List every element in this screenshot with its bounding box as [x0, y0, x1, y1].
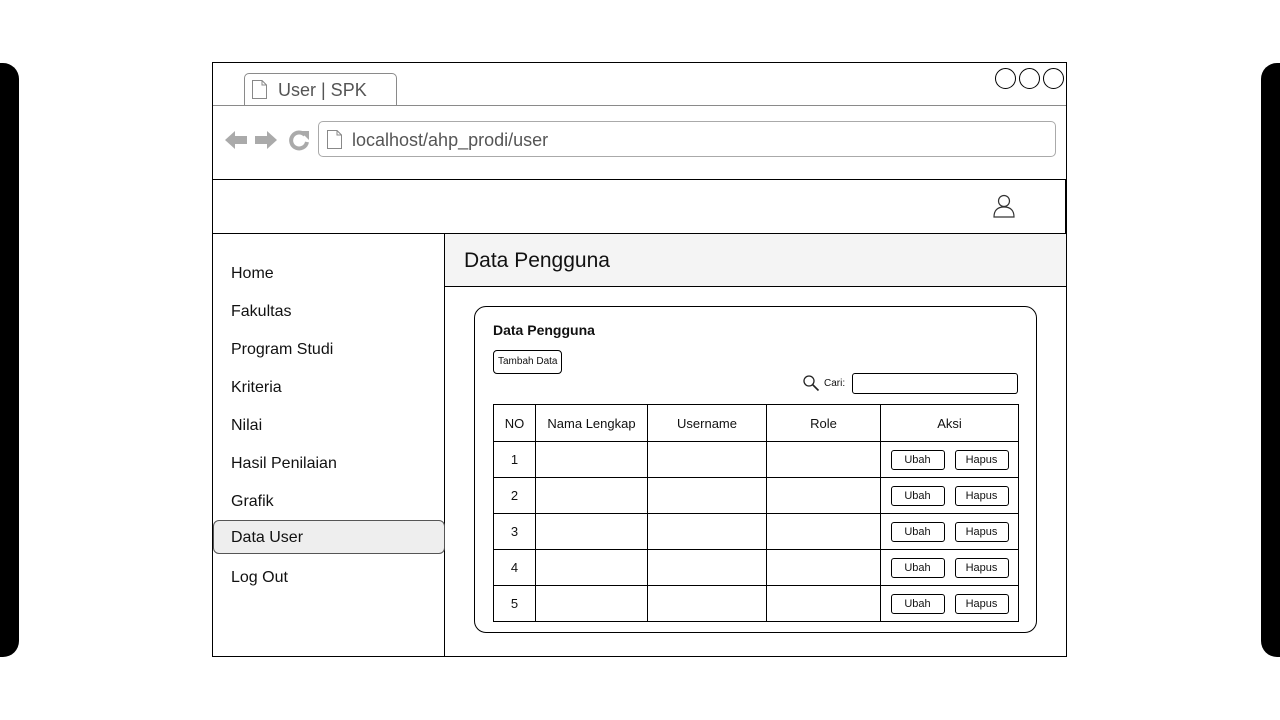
cell-aksi: Ubah Hapus — [880, 549, 1019, 586]
sidebar-item-fakultas[interactable]: Fakultas — [213, 295, 445, 329]
users-table: NO Nama Lengkap Username Role Aksi 1 Uba… — [493, 404, 1019, 622]
cell-no: 4 — [493, 549, 536, 586]
window-controls — [995, 68, 1064, 89]
delete-button[interactable]: Hapus — [954, 449, 1009, 470]
table-row: 4 Ubah Hapus — [493, 549, 1019, 586]
column-header-nama-lengkap: Nama Lengkap — [535, 404, 648, 442]
sidebar-item-label: Log Out — [231, 569, 288, 586]
cell-no: 3 — [493, 513, 536, 550]
sidebar-item-label: Hasil Penilaian — [231, 455, 337, 472]
column-header-username: Username — [647, 404, 767, 442]
table-row: 1 Ubah Hapus — [493, 441, 1019, 478]
cell-username — [647, 477, 767, 514]
delete-button[interactable]: Hapus — [954, 557, 1009, 578]
sidebar-item-home[interactable]: Home — [213, 257, 445, 291]
edit-button[interactable]: Ubah — [890, 521, 945, 542]
sidebar-item-log-out[interactable]: Log Out — [213, 561, 445, 595]
device-frame-right — [1261, 63, 1280, 657]
cell-aksi: Ubah Hapus — [880, 441, 1019, 478]
user-icon[interactable] — [993, 194, 1015, 218]
address-bar[interactable]: localhost/ahp_prodi/user — [318, 121, 1056, 157]
sidebar-item-hasil-penilaian[interactable]: Hasil Penilaian — [213, 447, 445, 481]
cell-nama-lengkap — [535, 477, 648, 514]
forward-arrow-icon[interactable] — [254, 129, 278, 151]
edit-button[interactable]: Ubah — [890, 449, 945, 470]
sidebar-item-label: Program Studi — [231, 341, 334, 358]
edit-button[interactable]: Ubah — [890, 557, 945, 578]
sidebar-item-label: Fakultas — [231, 303, 292, 320]
cell-username — [647, 513, 767, 550]
sidebar-item-nilai[interactable]: Nilai — [213, 409, 445, 443]
cell-nama-lengkap — [535, 549, 648, 586]
document-icon — [252, 80, 267, 99]
search-icon — [803, 375, 820, 392]
window-control-button[interactable] — [1019, 68, 1040, 89]
table-row: 3 Ubah Hapus — [493, 513, 1019, 550]
cell-no: 2 — [493, 477, 536, 514]
browser-tab[interactable]: User | SPK — [244, 73, 397, 105]
cell-aksi: Ubah Hapus — [880, 477, 1019, 514]
table-row: 2 Ubah Hapus — [493, 477, 1019, 514]
add-data-button[interactable]: Tambah Data — [493, 350, 563, 374]
cell-aksi: Ubah Hapus — [880, 585, 1019, 622]
cell-nama-lengkap — [535, 513, 648, 550]
sidebar-item-grafik[interactable]: Grafik — [213, 485, 445, 519]
card-title: Data Pengguna — [493, 322, 595, 338]
sidebar-item-data-user[interactable]: Data User — [213, 520, 445, 554]
cell-role — [766, 477, 881, 514]
column-header-no: NO — [493, 404, 536, 442]
window-control-button[interactable] — [1043, 68, 1064, 89]
sidebar-item-label: Nilai — [231, 417, 263, 434]
page-title: Data Pengguna — [464, 249, 610, 272]
column-header-aksi: Aksi — [880, 404, 1019, 442]
cell-role — [766, 513, 881, 550]
window-control-button[interactable] — [995, 68, 1016, 89]
column-header-role: Role — [766, 404, 881, 442]
reload-icon[interactable] — [288, 129, 310, 151]
page-title-bar: Data Pengguna — [445, 234, 1066, 287]
cell-role — [766, 585, 881, 622]
url-text: localhost/ahp_prodi/user — [352, 130, 549, 150]
cell-username — [647, 585, 767, 622]
sidebar-item-label: Data User — [231, 529, 304, 546]
sidebar-item-label: Home — [231, 265, 274, 282]
cell-aksi: Ubah Hapus — [880, 513, 1019, 550]
data-card: Data Pengguna Tambah Data Cari: NO Nama … — [474, 306, 1037, 633]
app-header — [213, 179, 1066, 234]
tab-strip-divider — [213, 105, 1066, 106]
sidebar-item-label: Kriteria — [231, 379, 282, 396]
edit-button[interactable]: Ubah — [890, 593, 945, 614]
sidebar-item-program-studi[interactable]: Program Studi — [213, 333, 445, 367]
sidebar: Home Fakultas Program Studi Kriteria Nil… — [213, 234, 445, 656]
tab-title: User | SPK — [278, 80, 367, 100]
sidebar-item-kriteria[interactable]: Kriteria — [213, 371, 445, 405]
table-header-row: NO Nama Lengkap Username Role Aksi — [493, 404, 1019, 442]
sidebar-item-label: Grafik — [231, 493, 274, 510]
browser-window: User | SPK localhost/ahp_prodi/user Home… — [212, 62, 1067, 657]
cell-username — [647, 441, 767, 478]
back-arrow-icon[interactable] — [224, 129, 248, 151]
cell-no: 5 — [493, 585, 536, 622]
document-icon — [327, 130, 342, 149]
cell-no: 1 — [493, 441, 536, 478]
delete-button[interactable]: Hapus — [954, 485, 1009, 506]
cell-nama-lengkap — [535, 441, 648, 478]
table-row: 5 Ubah Hapus — [493, 585, 1019, 622]
cell-nama-lengkap — [535, 585, 648, 622]
delete-button[interactable]: Hapus — [954, 521, 1009, 542]
search-label: Cari: — [824, 378, 846, 389]
cell-role — [766, 549, 881, 586]
cell-role — [766, 441, 881, 478]
device-frame-left — [0, 63, 19, 657]
search-input[interactable] — [852, 373, 1018, 394]
edit-button[interactable]: Ubah — [890, 485, 945, 506]
delete-button[interactable]: Hapus — [954, 593, 1009, 614]
cell-username — [647, 549, 767, 586]
